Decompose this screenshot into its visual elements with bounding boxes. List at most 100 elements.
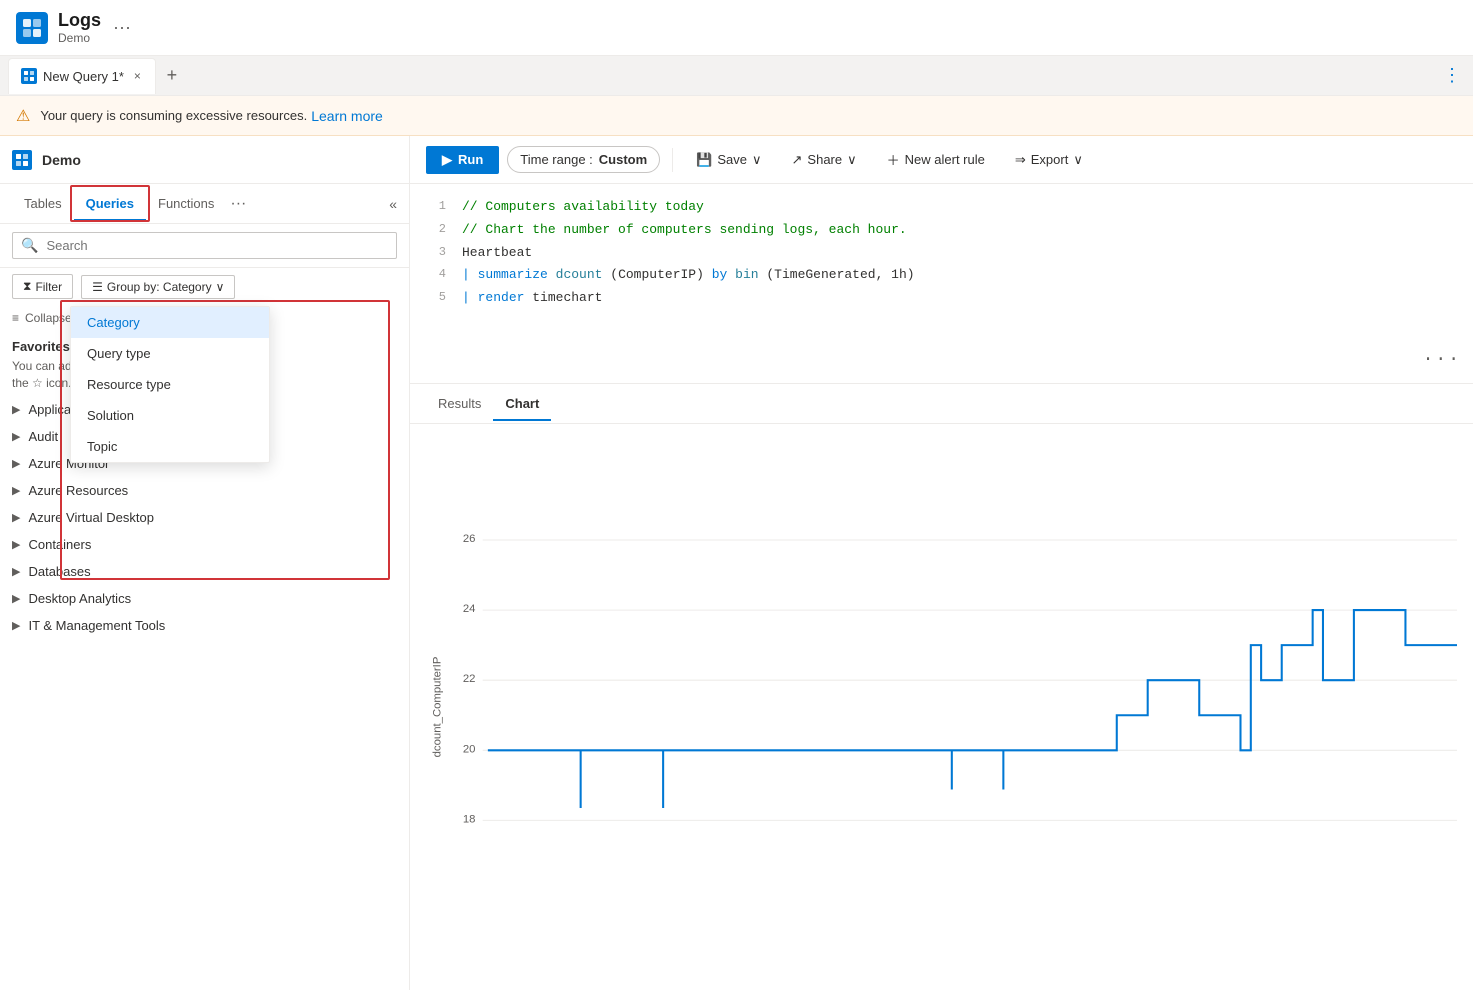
- tab-chart[interactable]: Chart: [493, 388, 551, 421]
- line-num-3: 3: [422, 243, 446, 262]
- content-area: ▶ Run Time range : Custom 💾 Save ∨ ↗ Sha…: [410, 136, 1473, 990]
- code-line-5: 5 | render timechart: [410, 287, 1473, 310]
- line-num-5: 5: [422, 288, 446, 307]
- tab-new-query-1[interactable]: New Query 1* ×: [8, 58, 156, 94]
- code-content-1: // Computers availability today: [462, 197, 704, 218]
- sidebar-tab-tables[interactable]: Tables: [12, 188, 74, 221]
- group-by-icon: ☰: [92, 280, 103, 294]
- tab-results[interactable]: Results: [426, 388, 493, 421]
- app-title: Logs: [58, 10, 101, 31]
- search-input-wrap: 🔍: [12, 232, 397, 259]
- sidebar-tab-more[interactable]: ···: [230, 195, 246, 213]
- category-arrow: ▶: [12, 403, 20, 416]
- save-chevron: ∨: [752, 152, 762, 168]
- line-num-2: 2: [422, 220, 446, 239]
- run-button[interactable]: ▶ Run: [426, 146, 499, 174]
- code-editor[interactable]: 1 // Computers availability today 2 // C…: [410, 184, 1473, 384]
- export-button[interactable]: ⇒ Export ∨: [1004, 146, 1094, 174]
- category-arrow: ▶: [12, 565, 20, 578]
- sidebar-tab-functions[interactable]: Functions: [146, 188, 226, 221]
- chart-svg: 26 24 22 20 18 dcount_ComputerIP: [426, 440, 1457, 974]
- category-item-databases[interactable]: ▶ Databases: [0, 558, 409, 585]
- filter-label: Filter: [35, 280, 62, 294]
- time-range-value: Custom: [599, 152, 647, 167]
- warning-text: Your query is consuming excessive resour…: [40, 108, 307, 123]
- run-icon: ▶: [442, 152, 452, 168]
- code-line-2: 2 // Chart the number of computers sendi…: [410, 219, 1473, 242]
- code-content-2: // Chart the number of computers sending…: [462, 220, 907, 241]
- code-content-3: Heartbeat: [462, 243, 532, 264]
- collapse-icon: ≡: [12, 311, 19, 325]
- export-label: Export: [1031, 152, 1069, 167]
- new-alert-icon: ＋: [887, 150, 900, 169]
- app-logo: [16, 12, 48, 44]
- category-arrow: ▶: [12, 511, 20, 524]
- sidebar-collapse-icon[interactable]: «: [389, 196, 397, 212]
- code-content-5: | render timechart: [462, 288, 602, 309]
- save-icon: 💾: [696, 152, 712, 168]
- save-button[interactable]: 💾 Save ∨: [685, 146, 772, 174]
- category-arrow: ▶: [12, 430, 20, 443]
- y-tick-24: 24: [463, 603, 476, 615]
- tab-label: New Query 1*: [43, 69, 124, 84]
- group-by-label: Group by: Category: [107, 280, 212, 294]
- category-item-azure-resources[interactable]: ▶ Azure Resources: [0, 477, 409, 504]
- filter-icon: ⧗: [23, 279, 31, 294]
- share-button[interactable]: ↗ Share ∨: [781, 146, 868, 174]
- code-line-4: 4 | summarize dcount (ComputerIP) by bin…: [410, 264, 1473, 287]
- group-by-chevron: ∨: [216, 280, 225, 294]
- tab-bar: New Query 1* × + ⋮: [0, 56, 1473, 96]
- tab-right-icon[interactable]: ⋮: [1439, 61, 1465, 90]
- y-tick-18: 18: [463, 813, 476, 825]
- code-line-1: 1 // Computers availability today: [410, 196, 1473, 219]
- app-title-block: Logs Demo: [58, 10, 101, 45]
- export-chevron: ∨: [1073, 152, 1083, 168]
- filter-button[interactable]: ⧗ Filter: [12, 274, 73, 299]
- main-layout: Demo Tables Queries Functions ··· « 🔍: [0, 136, 1473, 990]
- code-line-3: 3 Heartbeat: [410, 242, 1473, 265]
- search-input[interactable]: [46, 238, 388, 253]
- search-icon: 🔍: [21, 237, 38, 254]
- dropdown-item-category[interactable]: Category: [71, 307, 269, 338]
- category-item-desktop-analytics[interactable]: ▶ Desktop Analytics: [0, 585, 409, 612]
- new-alert-button[interactable]: ＋ New alert rule: [876, 144, 996, 175]
- y-axis-label: dcount_ComputerIP: [431, 657, 443, 758]
- tab-close-button[interactable]: ×: [132, 67, 143, 85]
- group-by-button[interactable]: ☰ Group by: Category ∨: [81, 275, 235, 299]
- category-item-containers[interactable]: ▶ Containers: [0, 531, 409, 558]
- dropdown-item-topic[interactable]: Topic: [71, 431, 269, 462]
- line-num-4: 4: [422, 265, 446, 284]
- search-container: 🔍: [0, 224, 409, 268]
- category-list: ▶ Application ▶ Audit ▶ Azure Monitor ▶ …: [0, 396, 409, 990]
- category-item-azure-virtual-desktop[interactable]: ▶ Azure Virtual Desktop: [0, 504, 409, 531]
- warning-icon: ⚠: [16, 106, 30, 126]
- sidebar-tab-queries[interactable]: Queries: [74, 188, 146, 221]
- filter-row: ⧗ Filter ☰ Group by: Category ∨ Category…: [0, 268, 409, 305]
- export-icon: ⇒: [1015, 152, 1026, 168]
- category-item-it-management[interactable]: ▶ IT & Management Tools: [0, 612, 409, 639]
- sidebar-logo: [12, 150, 32, 170]
- share-icon: ↗: [792, 152, 803, 168]
- dropdown-item-query-type[interactable]: Query type: [71, 338, 269, 369]
- time-range-label: Time range :: [520, 152, 593, 167]
- sidebar-toolbar: Demo: [0, 136, 409, 184]
- dropdown-item-solution[interactable]: Solution: [71, 400, 269, 431]
- share-chevron: ∨: [847, 152, 857, 168]
- category-arrow: ▶: [12, 538, 20, 551]
- header-ellipsis[interactable]: ···: [113, 17, 131, 38]
- query-toolbar: ▶ Run Time range : Custom 💾 Save ∨ ↗ Sha…: [410, 136, 1473, 184]
- time-range-button[interactable]: Time range : Custom: [507, 146, 660, 173]
- dropdown-item-resource-type[interactable]: Resource type: [71, 369, 269, 400]
- y-tick-20: 20: [463, 743, 476, 755]
- share-label: Share: [807, 152, 842, 167]
- app-subtitle: Demo: [58, 31, 101, 45]
- code-content-4: | summarize dcount (ComputerIP) by bin (…: [462, 265, 915, 286]
- y-tick-26: 26: [463, 533, 476, 545]
- line-num-1: 1: [422, 197, 446, 216]
- chart-area: 26 24 22 20 18 dcount_ComputerIP: [410, 424, 1473, 990]
- category-arrow: ▶: [12, 619, 20, 632]
- category-arrow: ▶: [12, 592, 20, 605]
- tab-add-button[interactable]: +: [158, 62, 186, 90]
- tab-query-icon: [21, 68, 37, 84]
- learn-more-link[interactable]: Learn more: [311, 108, 383, 124]
